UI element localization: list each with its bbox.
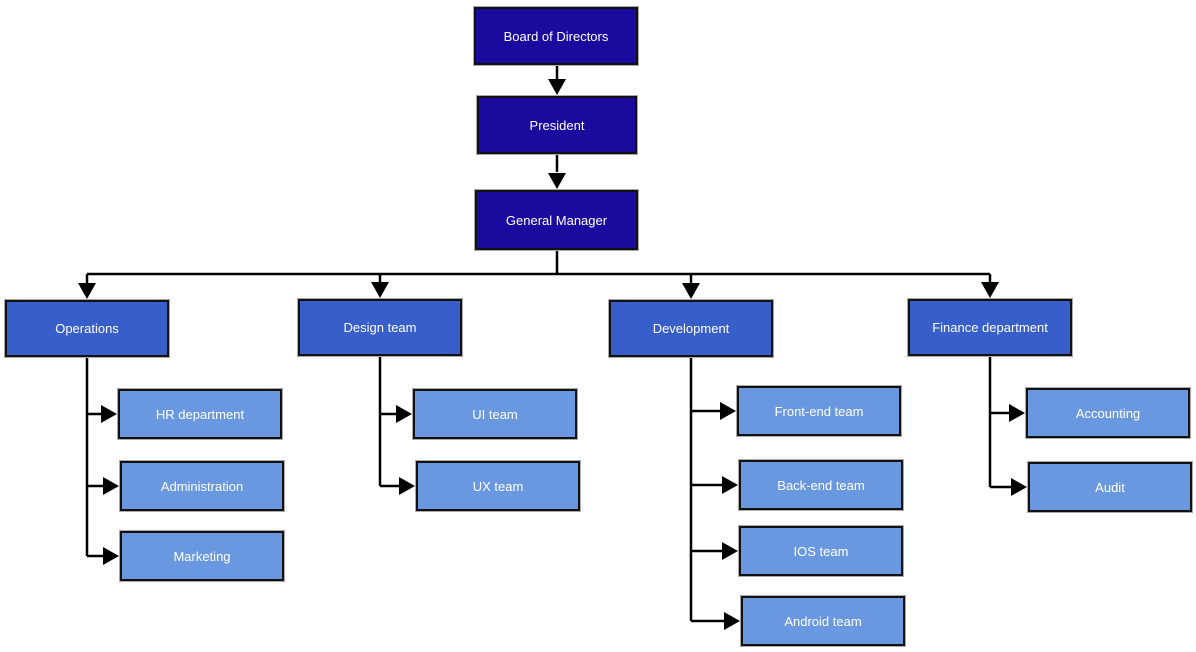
- arrow-right-icon: [103, 547, 119, 565]
- arrow-right-icon: [1009, 404, 1025, 422]
- arrow-right-icon: [101, 405, 117, 423]
- arrow-right-icon: [722, 476, 738, 494]
- node-design-team[interactable]: Design team: [298, 299, 462, 356]
- node-back-end-team[interactable]: Back-end team: [739, 460, 903, 510]
- arrow-right-icon: [399, 477, 415, 495]
- arrow-down-icon: [371, 282, 389, 298]
- node-accounting[interactable]: Accounting: [1026, 388, 1190, 438]
- arrow-down-icon: [78, 283, 96, 299]
- node-ui-team[interactable]: UI team: [413, 389, 577, 439]
- node-marketing[interactable]: Marketing: [120, 531, 284, 581]
- arrow-down-icon: [981, 282, 999, 298]
- arrow-right-icon: [720, 402, 736, 420]
- arrow-down-icon: [548, 79, 566, 95]
- node-operations[interactable]: Operations: [5, 300, 169, 357]
- node-general-manager[interactable]: General Manager: [475, 190, 638, 250]
- node-development[interactable]: Development: [609, 300, 773, 357]
- arrow-right-icon: [396, 405, 412, 423]
- node-front-end-team[interactable]: Front-end team: [737, 386, 901, 436]
- arrow-right-icon: [1011, 478, 1027, 496]
- node-finance-department[interactable]: Finance department: [908, 299, 1072, 356]
- node-ios-team[interactable]: IOS team: [739, 526, 903, 576]
- arrow-right-icon: [103, 477, 119, 495]
- arrow-down-icon: [548, 173, 566, 189]
- node-android-team[interactable]: Android team: [741, 596, 905, 646]
- node-board-of-directors[interactable]: Board of Directors: [474, 7, 638, 65]
- arrow-right-icon: [724, 612, 740, 630]
- node-audit[interactable]: Audit: [1028, 462, 1192, 512]
- node-president[interactable]: President: [477, 96, 637, 154]
- arrow-down-icon: [682, 283, 700, 299]
- node-administration[interactable]: Administration: [120, 461, 284, 511]
- node-ux-team[interactable]: UX team: [416, 461, 580, 511]
- node-hr-department[interactable]: HR department: [118, 389, 282, 439]
- arrow-right-icon: [722, 542, 738, 560]
